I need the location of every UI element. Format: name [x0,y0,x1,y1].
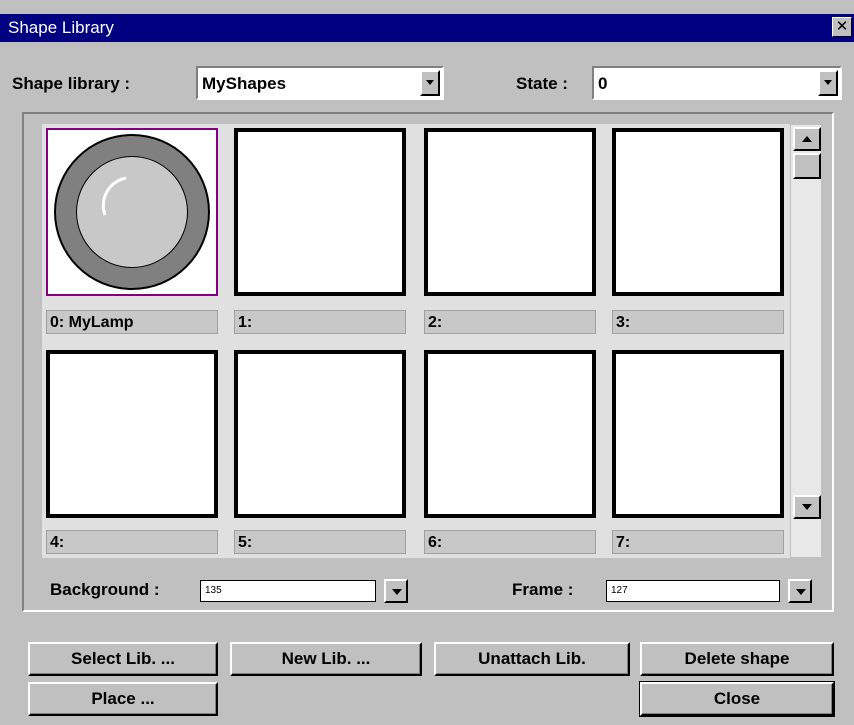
select-lib-button[interactable]: Select Lib. ... [28,642,218,676]
scroll-up-icon[interactable] [793,127,821,151]
close-button[interactable]: Close [639,681,835,717]
shape-caption-2: 2: [424,310,596,334]
frame-dropdown-icon[interactable] [788,579,812,603]
new-lib-button[interactable]: New Lib. ... [230,642,422,676]
state-value: 0 [598,74,608,93]
vertical-scrollbar[interactable] [790,124,822,558]
background-label: Background : [50,580,160,599]
shape-library-label: Shape library : [12,74,131,93]
shape-caption-3: 3: [612,310,784,334]
shape-caption-6: 6: [424,530,596,554]
unattach-lib-button[interactable]: Unattach Lib. [434,642,630,676]
shape-library-value: MyShapes [202,74,287,93]
background-value: 135 [205,585,222,596]
shape-cell-3[interactable] [612,128,784,296]
shape-cell-4[interactable] [46,350,218,518]
frame-label: Frame : [512,580,574,599]
background-input[interactable]: 135 [200,580,376,602]
shape-caption-5: 5: [234,530,406,554]
state-label: State : [516,74,568,93]
shape-caption-4: 4: [46,530,218,554]
state-select[interactable]: 0 [592,66,842,100]
close-icon[interactable]: ✕ [832,17,852,37]
shape-library-select[interactable]: MyShapes [196,66,444,100]
window-title: Shape Library [8,18,114,37]
shape-cell-0[interactable] [46,128,218,296]
shape-cell-7[interactable] [612,350,784,518]
frame-value: 127 [611,585,628,596]
chevron-down-icon[interactable] [818,70,838,96]
scroll-down-icon[interactable] [793,495,821,519]
shape-caption-0: 0: MyLamp [46,310,218,334]
shape-caption-1: 1: [234,310,406,334]
shape-caption-7: 7: [612,530,784,554]
shape-cell-1[interactable] [234,128,406,296]
shape-cell-5[interactable] [234,350,406,518]
shape-cell-2[interactable] [424,128,596,296]
delete-shape-button[interactable]: Delete shape [640,642,834,676]
shape-cell-6[interactable] [424,350,596,518]
frame-input[interactable]: 127 [606,580,780,602]
chevron-down-icon[interactable] [420,70,440,96]
lamp-shape-icon [54,134,210,290]
background-dropdown-icon[interactable] [384,579,408,603]
title-bar: Shape Library ✕ [0,14,854,42]
place-button[interactable]: Place ... [28,682,218,716]
scrollbar-thumb[interactable] [793,153,821,179]
